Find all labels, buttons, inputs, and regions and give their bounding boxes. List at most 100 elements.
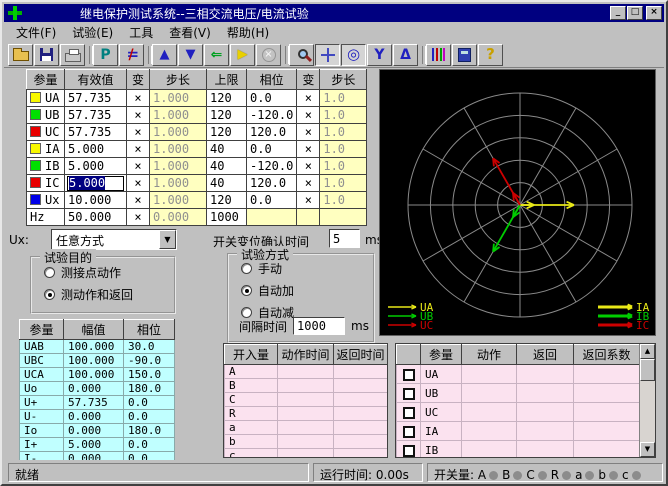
step2-cell[interactable] — [320, 209, 367, 226]
phase-sequence-button[interactable] — [119, 44, 144, 66]
close-button[interactable]: × — [646, 6, 662, 20]
save-button[interactable] — [34, 44, 59, 66]
zoom-button[interactable] — [289, 44, 314, 66]
step-cell[interactable]: 1.000 — [150, 90, 207, 107]
value-cell[interactable]: 50.000 — [65, 209, 127, 226]
checkbox[interactable] — [403, 369, 415, 381]
phase-cell[interactable]: 120.0 — [247, 175, 297, 192]
var2-cell[interactable]: × — [297, 192, 320, 209]
var2-cell[interactable]: × — [297, 90, 320, 107]
var2-cell[interactable]: × — [297, 175, 320, 192]
menu-item-3[interactable]: 查看(V) — [161, 22, 219, 43]
phase-cell[interactable]: -120.0 — [247, 107, 297, 124]
value-cell[interactable]: 5.000 — [65, 141, 127, 158]
maximize-button[interactable]: □ — [627, 6, 643, 20]
var2-cell[interactable]: × — [297, 107, 320, 124]
var-cell[interactable]: × — [127, 90, 150, 107]
value-cell[interactable]: 5.000 — [65, 175, 127, 192]
step-down-button[interactable]: ▼ — [178, 44, 203, 66]
delta-connection-button[interactable]: Δ — [393, 44, 418, 66]
chevron-down-icon[interactable]: ▼ — [159, 230, 176, 249]
scrollbar[interactable]: ▲ ▼ — [639, 344, 655, 457]
limit-cell[interactable]: 40 — [207, 175, 247, 192]
limit-cell[interactable]: 40 — [207, 158, 247, 175]
var-cell[interactable]: × — [127, 192, 150, 209]
checkbox[interactable] — [403, 388, 415, 400]
menu-item-2[interactable]: 工具 — [121, 22, 161, 43]
start-test-button[interactable]: ▶ — [230, 44, 255, 66]
checkbox[interactable] — [403, 426, 415, 438]
return-coef-cell — [574, 365, 640, 384]
wye-connection-button[interactable]: Y — [367, 44, 392, 66]
value-cell[interactable]: 10.000 — [65, 192, 127, 209]
var-cell[interactable]: × — [127, 175, 150, 192]
value-cell[interactable]: 57.735 — [65, 124, 127, 141]
phase-cell[interactable]: 0.0 — [247, 90, 297, 107]
phase-cell[interactable]: 0.0 — [247, 141, 297, 158]
checkbox[interactable] — [403, 407, 415, 419]
step-cell[interactable]: 1.000 — [150, 141, 207, 158]
var2-cell[interactable] — [297, 209, 320, 226]
var-cell[interactable]: × — [127, 158, 150, 175]
phase-cell[interactable]: 0.0 — [247, 192, 297, 209]
checkbox[interactable] — [403, 445, 415, 457]
var2-cell[interactable]: × — [297, 141, 320, 158]
step-cell[interactable]: 1.000 — [150, 107, 207, 124]
step2-cell[interactable]: 1.0 — [320, 141, 367, 158]
step-up-button[interactable]: ▲ — [152, 44, 177, 66]
parameter-button[interactable]: P — [93, 44, 118, 66]
limit-cell[interactable]: 1000 — [207, 209, 247, 226]
scroll-down-icon[interactable]: ▼ — [640, 442, 655, 457]
limit-cell[interactable]: 120 — [207, 124, 247, 141]
open-button[interactable] — [8, 44, 33, 66]
var-cell[interactable]: × — [127, 107, 150, 124]
value-cell[interactable]: 5.000 — [65, 158, 127, 175]
value-cell[interactable]: 57.735 — [65, 107, 127, 124]
crosshair-view-button[interactable] — [315, 44, 340, 66]
var-cell[interactable]: × — [127, 124, 150, 141]
limit-cell[interactable]: 40 — [207, 141, 247, 158]
selected-text: 5.000 — [69, 176, 105, 190]
scroll-thumb[interactable] — [640, 359, 655, 381]
waveform-chart-button[interactable] — [426, 44, 451, 66]
menu-item-4[interactable]: 帮助(H) — [219, 22, 277, 43]
step2-cell[interactable]: 1.0 — [320, 124, 367, 141]
limit-cell[interactable]: 120 — [207, 192, 247, 209]
limit-cell[interactable]: 120 — [207, 90, 247, 107]
step-cell[interactable]: 0.000 — [150, 209, 207, 226]
menu-item-0[interactable]: 文件(F) — [8, 22, 64, 43]
step-cell[interactable]: 1.000 — [150, 124, 207, 141]
limit-cell[interactable]: 120 — [207, 107, 247, 124]
interval-input[interactable] — [293, 317, 345, 335]
step2-cell[interactable]: 1.0 — [320, 158, 367, 175]
step2-cell[interactable]: 1.0 — [320, 192, 367, 209]
reset-button[interactable]: ⇐ — [204, 44, 229, 66]
step2-cell[interactable]: 1.0 — [320, 90, 367, 107]
menu-item-1[interactable]: 试验(E) — [64, 22, 121, 43]
step-cell[interactable]: 1.000 — [150, 192, 207, 209]
var-cell[interactable]: × — [127, 209, 150, 226]
phase-cell[interactable]: -120.0 — [247, 158, 297, 175]
ux-mode-select[interactable]: 任意方式 ▼ — [51, 229, 177, 250]
var2-cell[interactable]: × — [297, 158, 320, 175]
step2-cell[interactable]: 1.0 — [320, 107, 367, 124]
value-editbox[interactable]: 5.000 — [67, 176, 124, 191]
minimize-button[interactable]: _ — [610, 6, 626, 20]
var-cell[interactable]: × — [127, 141, 150, 158]
calculator-button[interactable] — [452, 44, 477, 66]
step-cell[interactable]: 1.000 — [150, 158, 207, 175]
phase-cell[interactable]: 120.0 — [247, 124, 297, 141]
help-button[interactable]: ? — [478, 44, 503, 66]
step2-cell[interactable]: 1.0 — [320, 175, 367, 192]
test-purpose-option-1[interactable]: 测动作和返回 — [44, 286, 174, 303]
value-cell[interactable]: 57.735 — [65, 90, 127, 107]
step-cell[interactable]: 1.000 — [150, 175, 207, 192]
var2-cell[interactable]: × — [297, 124, 320, 141]
test-purpose-option-0[interactable]: 测接点动作 — [44, 264, 174, 281]
test-mode-option-1[interactable]: 自动加 — [241, 282, 373, 299]
print-button[interactable] — [60, 44, 85, 66]
phase-cell[interactable] — [247, 209, 297, 226]
confirm-time-input[interactable] — [329, 229, 360, 248]
scroll-up-icon[interactable]: ▲ — [640, 344, 655, 359]
polar-view-button[interactable]: ◎ — [341, 44, 366, 66]
